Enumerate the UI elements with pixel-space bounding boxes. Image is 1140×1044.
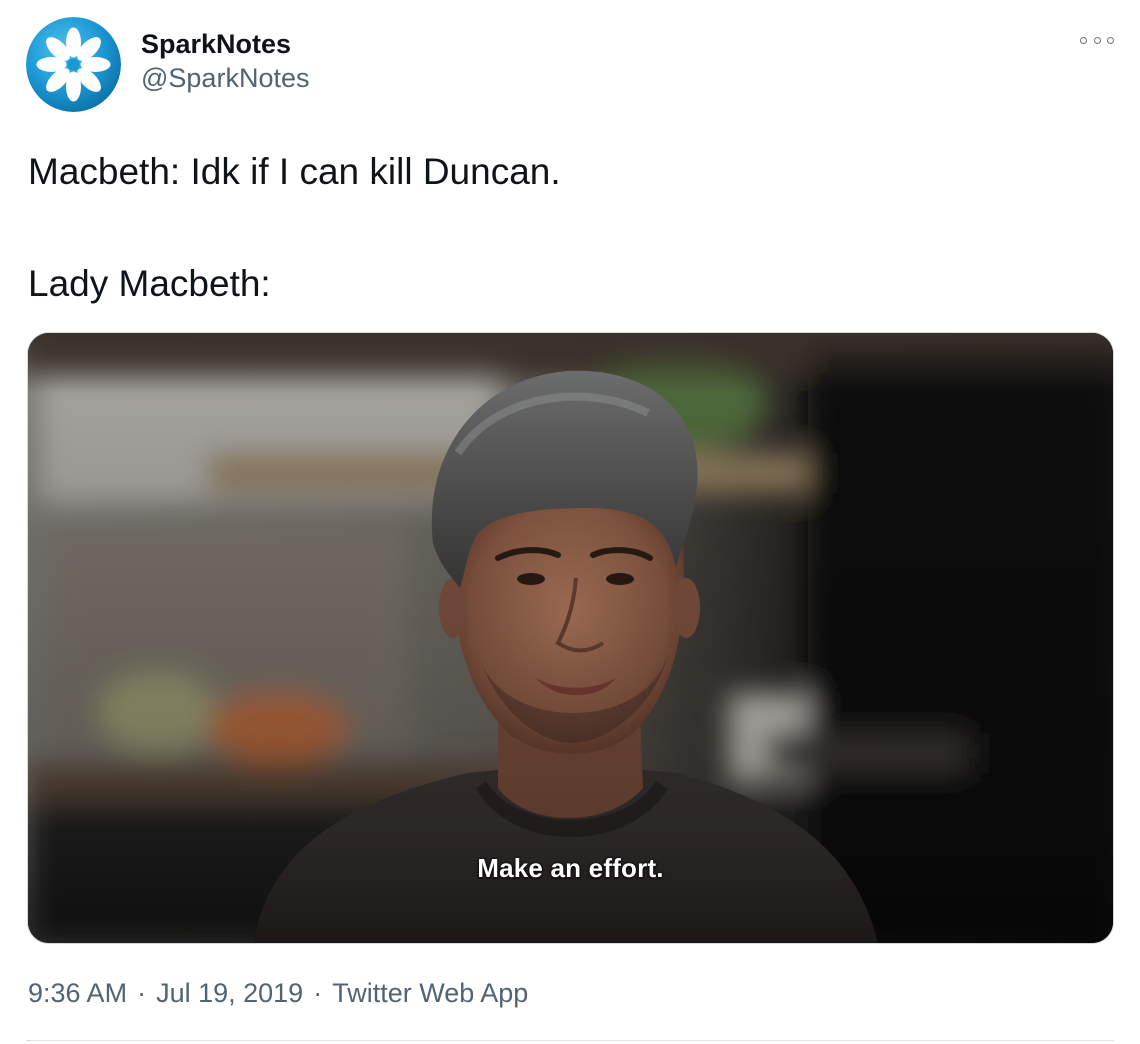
sparknotes-logo-icon	[26, 16, 121, 112]
tweet-source[interactable]: Twitter Web App	[332, 975, 528, 1011]
tweet-text-line: Macbeth: Idk if I can kill Duncan.	[28, 151, 561, 192]
author-names: SparkNotes @SparkNotes	[141, 27, 309, 95]
divider	[26, 1040, 1114, 1041]
more-dot	[1107, 36, 1114, 44]
more-options-icon[interactable]	[1080, 30, 1114, 50]
tweet-header: SparkNotes @SparkNotes	[26, 16, 309, 112]
more-dot	[1093, 36, 1101, 44]
author-handle[interactable]: @SparkNotes	[141, 61, 309, 95]
meta-separator: ·	[313, 978, 323, 1008]
more-dot	[1080, 36, 1087, 44]
tweet: SparkNotes @SparkNotes Macbeth: Idk if I…	[0, 0, 1140, 1044]
tweet-text: Macbeth: Idk if I can kill Duncan. Lady …	[28, 144, 1108, 312]
tweet-date[interactable]: Jul 19, 2019	[156, 975, 303, 1011]
author-display-name[interactable]: SparkNotes	[141, 27, 309, 61]
tweet-time[interactable]: 9:36 AM	[28, 975, 127, 1011]
tweet-meta: 9:36 AM · Jul 19, 2019 · Twitter Web App	[28, 975, 528, 1011]
tweet-text-gap	[28, 200, 1108, 256]
tweet-media-gif[interactable]: Make an effort.	[27, 332, 1114, 944]
media-subtitle: Make an effort.	[477, 853, 664, 883]
meta-separator: ·	[137, 978, 147, 1008]
avatar[interactable]	[26, 16, 121, 112]
tweet-text-line: Lady Macbeth:	[28, 263, 271, 304]
